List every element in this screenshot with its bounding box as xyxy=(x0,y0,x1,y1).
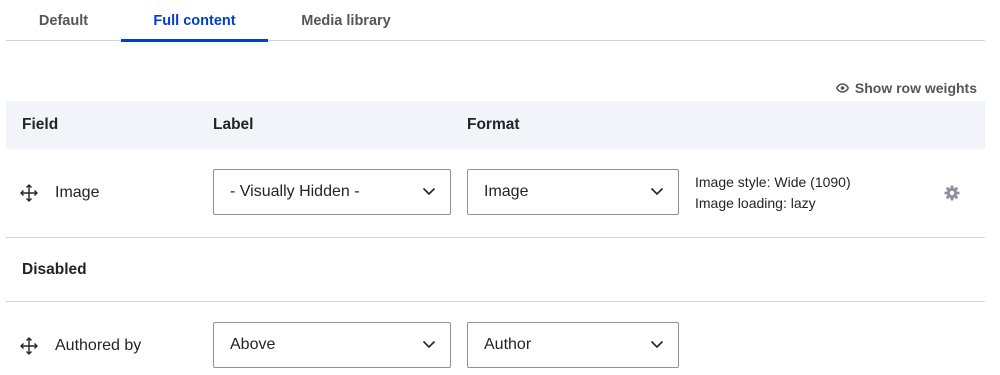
label-select[interactable]: - Visually Hidden - xyxy=(213,169,451,215)
column-header-format: Format xyxy=(467,116,520,133)
tab-default[interactable]: Default xyxy=(16,0,111,41)
disabled-section-header: Disabled xyxy=(6,238,985,302)
table-row: Authored by Above Author xyxy=(6,302,985,375)
column-header-field: Field xyxy=(22,116,59,133)
formatter-summary: Image style: Wide (1090) Image loading: … xyxy=(695,172,851,214)
chevron-down-icon xyxy=(422,340,436,349)
chevron-down-icon xyxy=(650,340,664,349)
show-row-weights-label: Show row weights xyxy=(854,80,977,96)
format-select-value: Image xyxy=(484,183,529,200)
eye-icon xyxy=(835,83,849,93)
summary-line: Image style: Wide (1090) xyxy=(695,174,851,190)
display-mode-tabs: Default Full content Media library xyxy=(6,0,985,42)
disabled-section-title: Disabled xyxy=(22,261,87,278)
manage-display-page: Default Full content Media library Show … xyxy=(0,0,1000,375)
label-select[interactable]: Above xyxy=(213,322,451,368)
chevron-down-icon xyxy=(422,187,436,196)
label-select-value: Above xyxy=(230,336,276,353)
gear-icon[interactable] xyxy=(944,185,960,201)
label-select-value: - Visually Hidden - xyxy=(230,183,360,200)
show-row-weights-button[interactable]: Show row weights xyxy=(835,78,977,98)
format-select-value: Author xyxy=(484,336,532,353)
column-header-label: Label xyxy=(213,116,254,133)
drag-handle-icon[interactable] xyxy=(20,337,38,355)
summary-line: Image loading: lazy xyxy=(695,195,816,211)
format-select[interactable]: Author xyxy=(467,322,679,368)
field-name: Authored by xyxy=(55,337,142,354)
tab-media-library[interactable]: Media library xyxy=(278,0,414,41)
tab-full-content[interactable]: Full content xyxy=(121,0,268,42)
table-row: Image - Visually Hidden - Image Image st… xyxy=(6,149,985,238)
drag-handle-icon[interactable] xyxy=(20,184,38,202)
field-name: Image xyxy=(55,184,100,201)
format-select[interactable]: Image xyxy=(467,169,679,215)
chevron-down-icon xyxy=(650,187,664,196)
table-header: Field Label Format xyxy=(6,101,985,149)
